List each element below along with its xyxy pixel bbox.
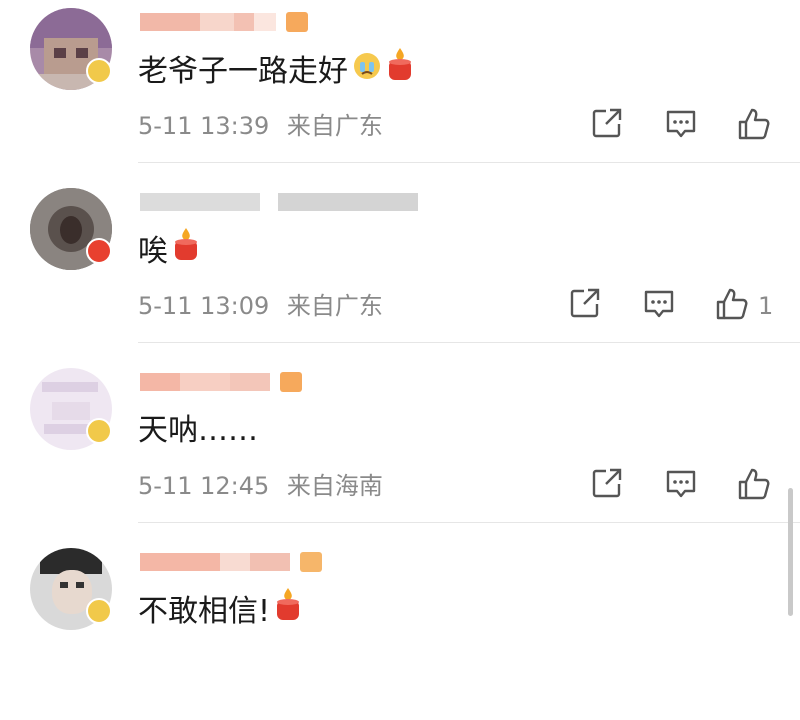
comment-item: 老爷子一路走好 5-11 13:39 来自广东 (0, 0, 800, 180)
candle-emoji (172, 228, 200, 276)
vip-badge-icon (86, 58, 112, 84)
share-icon[interactable] (568, 286, 608, 326)
thumbs-up-icon[interactable] (736, 106, 776, 146)
comment-actions: 1 (568, 286, 790, 326)
comment-date: 5-11 13:39 (138, 112, 270, 140)
username[interactable] (140, 8, 308, 36)
thumbs-up-icon[interactable] (714, 286, 754, 326)
comment-icon[interactable] (664, 106, 704, 146)
like-count: 1 (758, 292, 774, 320)
comment-text: 老爷子一路走好 (138, 48, 414, 96)
vip-badge-icon (86, 238, 112, 264)
crown-badge-icon (280, 372, 302, 392)
divider (138, 342, 800, 343)
comment-text: 不敢相信! (138, 588, 302, 636)
username[interactable] (140, 188, 418, 216)
candle-emoji (274, 588, 302, 636)
comment-text: 唉 (138, 228, 200, 276)
comment-actions (590, 106, 790, 146)
comment-item: 唉 5-11 13:09 来自广东 1 (0, 180, 800, 360)
username[interactable] (140, 368, 302, 396)
divider (138, 522, 800, 523)
share-icon[interactable] (590, 466, 630, 506)
comment-location: 来自广东 (286, 112, 383, 140)
vip-badge-icon (86, 418, 112, 444)
crown-badge-icon (286, 12, 308, 32)
comment-date: 5-11 13:09 (138, 292, 270, 320)
thumbs-up-icon[interactable] (736, 466, 776, 506)
comment-icon[interactable] (664, 466, 704, 506)
comment-text: 天呐…… (138, 413, 258, 448)
username[interactable] (140, 548, 322, 576)
vip-badge-icon (86, 598, 112, 624)
comment-meta: 5-11 13:39 来自广东 (138, 106, 393, 146)
comment-location: 来自海南 (286, 472, 383, 500)
comment-location: 来自广东 (286, 292, 383, 320)
divider (138, 162, 800, 163)
candle-emoji (386, 48, 414, 96)
comment-icon[interactable] (642, 286, 682, 326)
comment-meta: 5-11 13:09 来自广东 (138, 286, 393, 326)
scrollbar[interactable] (788, 488, 793, 616)
comment-item: 天呐…… 5-11 12:45 来自海南 (0, 360, 800, 540)
crying-face-emoji (352, 49, 382, 95)
comment-date: 5-11 12:45 (138, 472, 270, 500)
share-icon[interactable] (590, 106, 630, 146)
comment-meta: 5-11 12:45 来自海南 (138, 466, 393, 506)
comment-item: 不敢相信! (0, 540, 800, 720)
comment-actions (590, 466, 790, 506)
crown-badge-icon (300, 552, 322, 572)
